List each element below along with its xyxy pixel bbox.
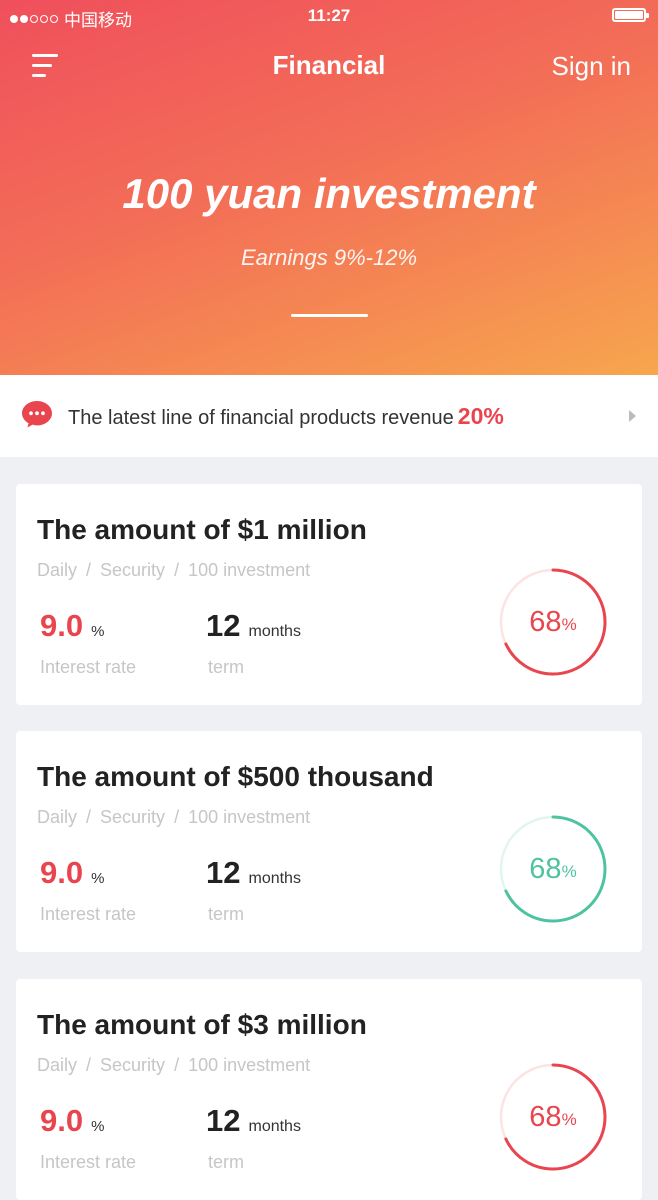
sign-in-link[interactable]: Sign in xyxy=(552,51,632,82)
card-tags: Daily / Security/100 investment xyxy=(37,560,311,580)
term: 12 months xyxy=(206,855,301,891)
progress-unit: % xyxy=(561,862,577,881)
card-tag: Daily xyxy=(37,560,78,580)
interest-rate: 9.0% xyxy=(40,855,104,891)
interest-rate-label: Interest rate xyxy=(40,904,137,924)
card-tag: Security xyxy=(100,807,166,827)
hero-title: 100 yuan investment xyxy=(122,170,536,217)
card-tags: Daily / Security/100 investment xyxy=(37,807,311,827)
card-tag: Security xyxy=(100,560,166,580)
hero-divider xyxy=(291,314,368,317)
interest-rate-unit: % xyxy=(91,870,105,887)
interest-rate: 9.0% xyxy=(40,608,104,644)
notice-message: The latest line of financial products re… xyxy=(68,407,454,429)
product-card[interactable]: The amount of $500 thousand Daily / Securi… xyxy=(16,731,642,952)
card-tag: 100 investment xyxy=(188,1055,311,1075)
hero-subtitle: Earnings 9%-12% xyxy=(240,245,418,270)
battery-icon xyxy=(612,8,649,22)
progress-label: 68% xyxy=(498,1062,608,1172)
progress-value: 68 xyxy=(529,605,562,638)
interest-rate-value: 9.0 xyxy=(40,855,84,890)
term-value: 12 xyxy=(206,608,241,643)
card-tag: 100 investment xyxy=(188,560,311,580)
progress-unit: % xyxy=(561,615,577,634)
term-unit: months xyxy=(248,1118,301,1135)
card-tag: Daily xyxy=(37,1055,78,1075)
card-tags: Daily / Security/100 investment xyxy=(37,1055,311,1075)
product-card[interactable]: The amount of $1 million Daily / Security /… xyxy=(16,484,642,705)
hero-banner: 中国移动 11:27 Financial Sign in 100 yuan in… xyxy=(0,0,658,375)
term-value: 12 xyxy=(206,1103,241,1138)
product-card[interactable]: The amount of $3 million Daily / Security /… xyxy=(16,979,642,1200)
chevron-right-icon xyxy=(629,410,636,422)
progress-value: 68 xyxy=(529,1100,562,1133)
notice-bar[interactable]: The latest line of financial products re… xyxy=(0,375,658,457)
status-bar: 中国移动 11:27 xyxy=(0,0,658,32)
card-tag: 100 investment xyxy=(188,807,311,827)
card-title: The amount of $500 thousand xyxy=(37,761,434,792)
term-value: 12 xyxy=(206,855,241,890)
progress-label: 68% xyxy=(498,567,608,677)
interest-rate-value: 9.0 xyxy=(40,1103,84,1138)
notice-highlight: 20% xyxy=(457,403,504,429)
notice-text: The latest line of financial products re… xyxy=(68,403,504,430)
interest-rate-unit: % xyxy=(91,623,105,640)
term: 12 months xyxy=(206,1103,301,1139)
interest-rate-value: 9.0 xyxy=(40,608,84,643)
term: 12 months xyxy=(206,608,301,644)
interest-rate-unit: % xyxy=(91,1118,105,1135)
term-label: term xyxy=(208,657,244,677)
term-unit: months xyxy=(248,870,301,887)
interest-rate: 9.0% xyxy=(40,1103,104,1139)
progress-unit: % xyxy=(561,1110,577,1129)
term-label: term xyxy=(208,904,244,924)
card-tag: Security xyxy=(100,1055,166,1075)
chat-bubble-icon xyxy=(22,401,52,428)
card-tag: Daily xyxy=(37,807,78,827)
card-title: The amount of $1 million xyxy=(37,514,367,545)
card-title: The amount of $3 million xyxy=(37,1009,367,1040)
term-unit: months xyxy=(248,623,301,640)
status-time: 11:27 xyxy=(307,6,351,25)
progress-label: 68% xyxy=(498,814,608,924)
interest-rate-label: Interest rate xyxy=(40,657,137,677)
progress-value: 68 xyxy=(529,852,562,885)
